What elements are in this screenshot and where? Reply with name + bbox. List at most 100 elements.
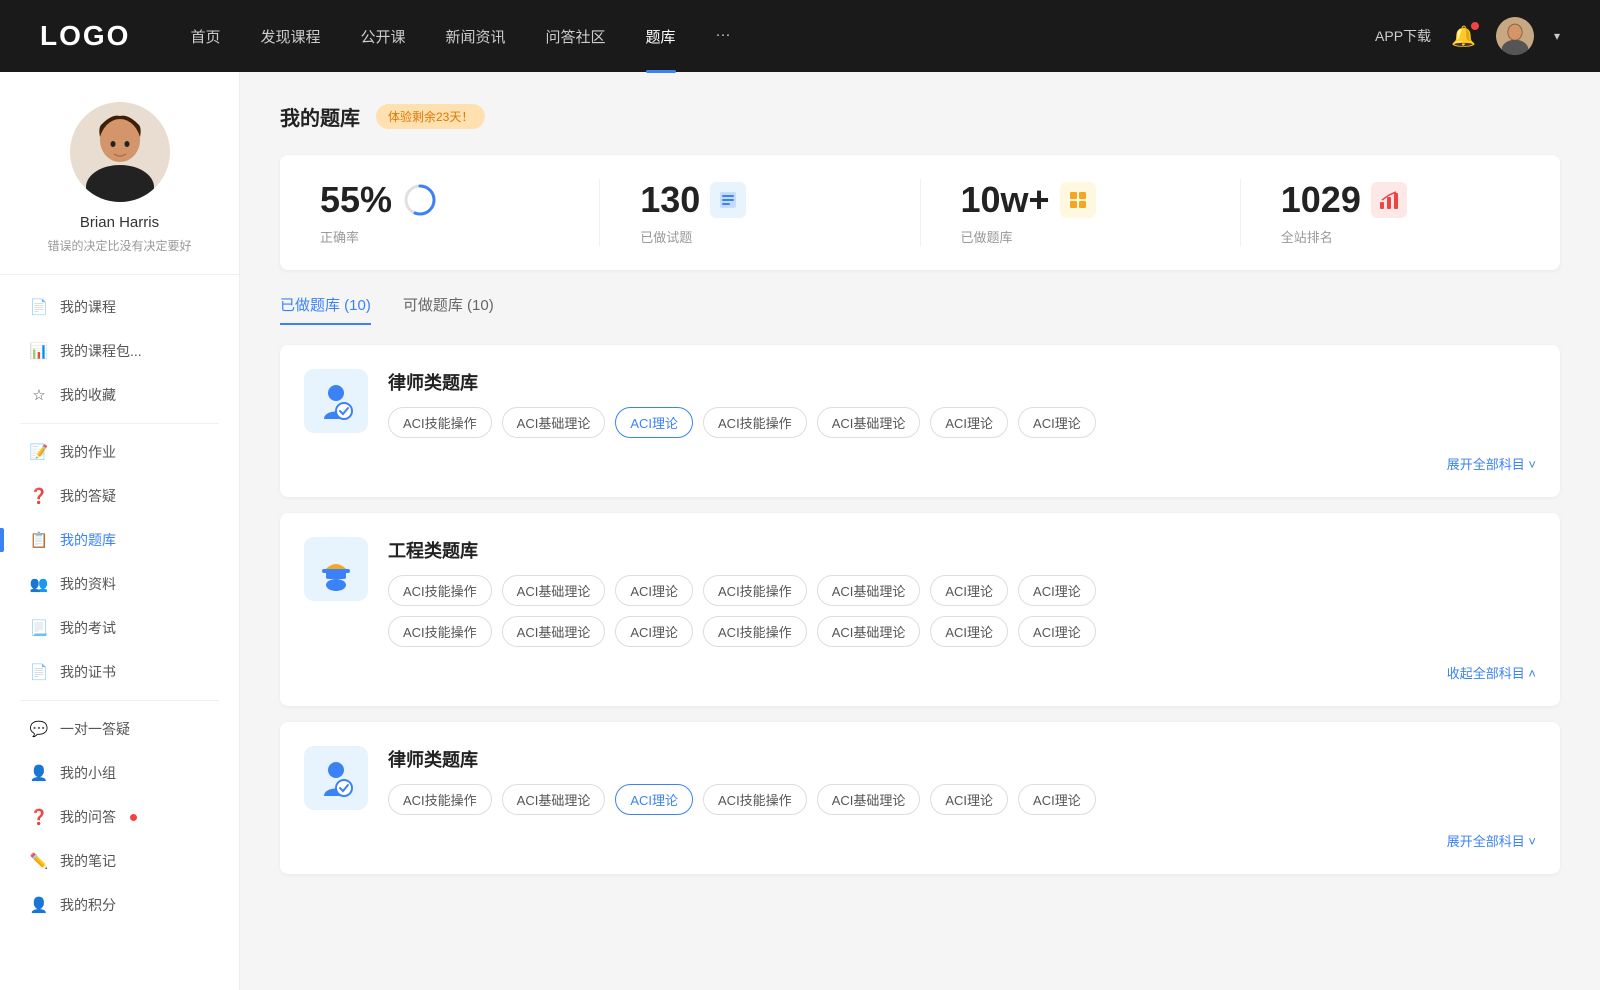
done-questions-value: 130 — [640, 179, 700, 221]
l2-tag-5[interactable]: ACI理论 — [930, 784, 1008, 815]
questions-icon: ❓ — [30, 808, 48, 826]
accuracy-value: 55% — [320, 179, 392, 221]
eng-tag-0[interactable]: ACI技能操作 — [388, 575, 492, 606]
engineer-tags-row2: ACI技能操作 ACI基础理论 ACI理论 ACI技能操作 ACI基础理论 AC… — [388, 616, 1536, 647]
sidebar-item-questionbank[interactable]: 📋 我的题库 — [0, 518, 239, 562]
tab-available[interactable]: 可做题库 (10) — [403, 294, 494, 325]
eng-tag-4[interactable]: ACI基础理论 — [817, 575, 921, 606]
nav-home[interactable]: 首页 — [190, 26, 220, 47]
sidebar-item-tutoring[interactable]: 💬 一对一答疑 — [0, 707, 239, 751]
header-right: APP下载 🔔 ▾ — [1375, 17, 1560, 55]
app-download[interactable]: APP下载 — [1375, 26, 1431, 46]
eng-tag2-0[interactable]: ACI技能操作 — [388, 616, 492, 647]
l2-tag-2[interactable]: ACI理论 — [615, 784, 693, 815]
questionbank-icon: 📋 — [30, 531, 48, 549]
tag-2[interactable]: ACI理论 — [615, 407, 693, 438]
group-icon: 👤 — [30, 764, 48, 782]
lawyer-bank-name-2: 律师类题库 — [388, 746, 1536, 772]
points-icon: 👤 — [30, 896, 48, 914]
nav-more[interactable]: ··· — [716, 26, 731, 47]
engineer-bank-name: 工程类题库 — [388, 537, 1536, 563]
eng-tag-5[interactable]: ACI理论 — [930, 575, 1008, 606]
page-layout: Brian Harris 错误的决定比没有决定要好 📄 我的课程 📊 我的课程包… — [0, 0, 1600, 990]
l2-tag-3[interactable]: ACI技能操作 — [703, 784, 807, 815]
expand-link-2[interactable]: 展开全部科目 ˅ — [304, 831, 1536, 850]
tag-5[interactable]: ACI理论 — [930, 407, 1008, 438]
eng-tag-1[interactable]: ACI基础理论 — [502, 575, 606, 606]
done-banks-value: 10w+ — [961, 179, 1050, 221]
sidebar-item-certificate[interactable]: 📄 我的证书 — [0, 650, 239, 694]
eng-tag-6[interactable]: ACI理论 — [1018, 575, 1096, 606]
accuracy-label: 正确率 — [320, 227, 359, 246]
nav-opencourse[interactable]: 公开课 — [360, 26, 405, 47]
sidebar-item-questions[interactable]: ❓ 我的问答 — [0, 795, 239, 839]
trial-badge: 体验剩余23天！ — [376, 104, 485, 129]
packages-icon: 📊 — [30, 342, 48, 360]
bank-card-lawyer-2: 律师类题库 ACI技能操作 ACI基础理论 ACI理论 ACI技能操作 ACI基… — [280, 722, 1560, 874]
profile-avatar — [70, 102, 170, 202]
sidebar-item-favorites[interactable]: ☆ 我的收藏 — [0, 373, 239, 417]
notes-icon: ✏️ — [30, 852, 48, 870]
l2-tag-4[interactable]: ACI基础理论 — [817, 784, 921, 815]
user-avatar[interactable] — [1496, 17, 1534, 55]
sidebar-item-points[interactable]: 👤 我的积分 — [0, 883, 239, 927]
nav-qa[interactable]: 问答社区 — [546, 26, 606, 47]
nav-discover[interactable]: 发现课程 — [260, 26, 320, 47]
eng-tag2-1[interactable]: ACI基础理论 — [502, 616, 606, 647]
stat-done-questions: 130 已做试题 — [600, 179, 920, 246]
sidebar-item-qa[interactable]: ❓ 我的答疑 — [0, 474, 239, 518]
l2-tag-1[interactable]: ACI基础理论 — [502, 784, 606, 815]
tag-1[interactable]: ACI基础理论 — [502, 407, 606, 438]
eng-tag2-5[interactable]: ACI理论 — [930, 616, 1008, 647]
page-header: 我的题库 体验剩余23天！ — [280, 102, 1560, 131]
lawyer-tags-1: ACI技能操作 ACI基础理论 ACI理论 ACI技能操作 ACI基础理论 AC… — [388, 407, 1536, 438]
eng-tag-3[interactable]: ACI技能操作 — [703, 575, 807, 606]
done-banks-icon — [1060, 182, 1096, 218]
eng-tag2-2[interactable]: ACI理论 — [615, 616, 693, 647]
eng-tag2-4[interactable]: ACI基础理论 — [817, 616, 921, 647]
tag-6[interactable]: ACI理论 — [1018, 407, 1096, 438]
bank-card-engineer: 工程类题库 ACI技能操作 ACI基础理论 ACI理论 ACI技能操作 ACI基… — [280, 513, 1560, 706]
sidebar-divider-1 — [20, 423, 219, 424]
eng-tag-2[interactable]: ACI理论 — [615, 575, 693, 606]
tab-done[interactable]: 已做题库 (10) — [280, 294, 371, 325]
tag-4[interactable]: ACI基础理论 — [817, 407, 921, 438]
collapse-link[interactable]: 收起全部科目 ˄ — [304, 663, 1536, 682]
homework-icon: 📝 — [30, 443, 48, 461]
engineer-tags-row1: ACI技能操作 ACI基础理论 ACI理论 ACI技能操作 ACI基础理论 AC… — [388, 575, 1536, 606]
nav-news[interactable]: 新闻资讯 — [446, 26, 506, 47]
lawyer-bank-icon-1 — [304, 369, 368, 433]
lawyer-tags-2: ACI技能操作 ACI基础理论 ACI理论 ACI技能操作 ACI基础理论 AC… — [388, 784, 1536, 815]
sidebar-item-notes[interactable]: ✏️ 我的笔记 — [0, 839, 239, 883]
sidebar-item-profile[interactable]: 👥 我的资料 — [0, 562, 239, 606]
sidebar: Brian Harris 错误的决定比没有决定要好 📄 我的课程 📊 我的课程包… — [0, 72, 240, 990]
stat-done-banks: 10w+ 已做题库 — [921, 179, 1241, 246]
l2-tag-6[interactable]: ACI理论 — [1018, 784, 1096, 815]
questions-dot — [130, 814, 137, 821]
sidebar-item-homework[interactable]: 📝 我的作业 — [0, 430, 239, 474]
sidebar-item-courses[interactable]: 📄 我的课程 — [0, 285, 239, 329]
profile-motto: 错误的决定比没有决定要好 — [47, 237, 191, 254]
bell-icon[interactable]: 🔔 — [1451, 24, 1476, 49]
main-nav: 首页 发现课程 公开课 新闻资讯 问答社区 题库 ··· — [190, 26, 1375, 47]
lawyer-bank-icon-2 — [304, 746, 368, 810]
eng-tag2-3[interactable]: ACI技能操作 — [703, 616, 807, 647]
profile-area: Brian Harris 错误的决定比没有决定要好 — [0, 102, 239, 275]
done-banks-label: 已做题库 — [961, 227, 1013, 246]
nav-questionbank[interactable]: 题库 — [646, 26, 676, 47]
ranking-label: 全站排名 — [1281, 227, 1333, 246]
sidebar-item-course-packages[interactable]: 📊 我的课程包... — [0, 329, 239, 373]
tag-3[interactable]: ACI技能操作 — [703, 407, 807, 438]
sidebar-item-exam[interactable]: 📃 我的考试 — [0, 606, 239, 650]
eng-tag2-6[interactable]: ACI理论 — [1018, 616, 1096, 647]
sidebar-divider-2 — [20, 700, 219, 701]
ranking-value: 1029 — [1281, 179, 1361, 221]
l2-tag-0[interactable]: ACI技能操作 — [388, 784, 492, 815]
favorites-icon: ☆ — [30, 386, 48, 404]
tag-0[interactable]: ACI技能操作 — [388, 407, 492, 438]
sidebar-item-group[interactable]: 👤 我的小组 — [0, 751, 239, 795]
user-dropdown-icon[interactable]: ▾ — [1554, 29, 1560, 43]
lawyer-bank-name-1: 律师类题库 — [388, 369, 1536, 395]
qa-icon: ❓ — [30, 487, 48, 505]
expand-link-1[interactable]: 展开全部科目 ˅ — [304, 454, 1536, 473]
